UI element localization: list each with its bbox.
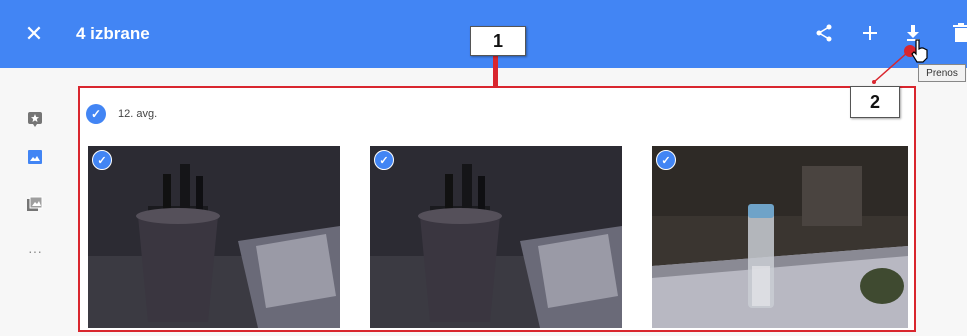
annotation-connector-1: [493, 52, 498, 86]
delete-button[interactable]: [948, 20, 967, 46]
photo-2-checkbox[interactable]: ✓: [374, 150, 394, 170]
photos-icon: [28, 150, 42, 164]
check-icon: ✓: [90, 107, 102, 121]
trash-icon: [953, 23, 967, 42]
date-label: 12. avg.: [118, 108, 158, 120]
hand-cursor-icon: [911, 39, 928, 63]
share-icon: [816, 24, 832, 42]
sidebar-item-photos[interactable]: [24, 146, 46, 168]
close-button[interactable]: ✕: [22, 21, 46, 46]
photo-3[interactable]: ✓: [652, 146, 908, 328]
callout-1: 1: [470, 26, 526, 56]
close-icon: ✕: [24, 21, 44, 46]
date-group-header: ✓ 12. avg.: [86, 102, 157, 126]
sidebar-item-assistant[interactable]: [24, 108, 46, 130]
photo-3-image: [652, 146, 908, 328]
sidebar-item-albums[interactable]: [24, 193, 46, 215]
photo-1[interactable]: ✓: [88, 146, 340, 328]
photo-3-checkbox[interactable]: ✓: [656, 150, 676, 170]
select-date-checkbox[interactable]: ✓: [86, 104, 106, 124]
callout-2: 2: [850, 86, 900, 118]
share-button[interactable]: [811, 20, 837, 46]
assistant-icon: [28, 112, 42, 127]
sidebar-item-more[interactable]: ···: [24, 240, 46, 262]
photo-2-image: [370, 146, 622, 328]
photo-1-checkbox[interactable]: ✓: [92, 150, 112, 170]
photo-2[interactable]: ✓: [370, 146, 622, 328]
more-icon: ···: [28, 243, 42, 259]
selection-count-title: 4 izbrane: [76, 24, 150, 43]
albums-icon: [27, 196, 43, 211]
download-tooltip: Prenos: [918, 64, 966, 82]
photo-1-image: [88, 146, 340, 328]
